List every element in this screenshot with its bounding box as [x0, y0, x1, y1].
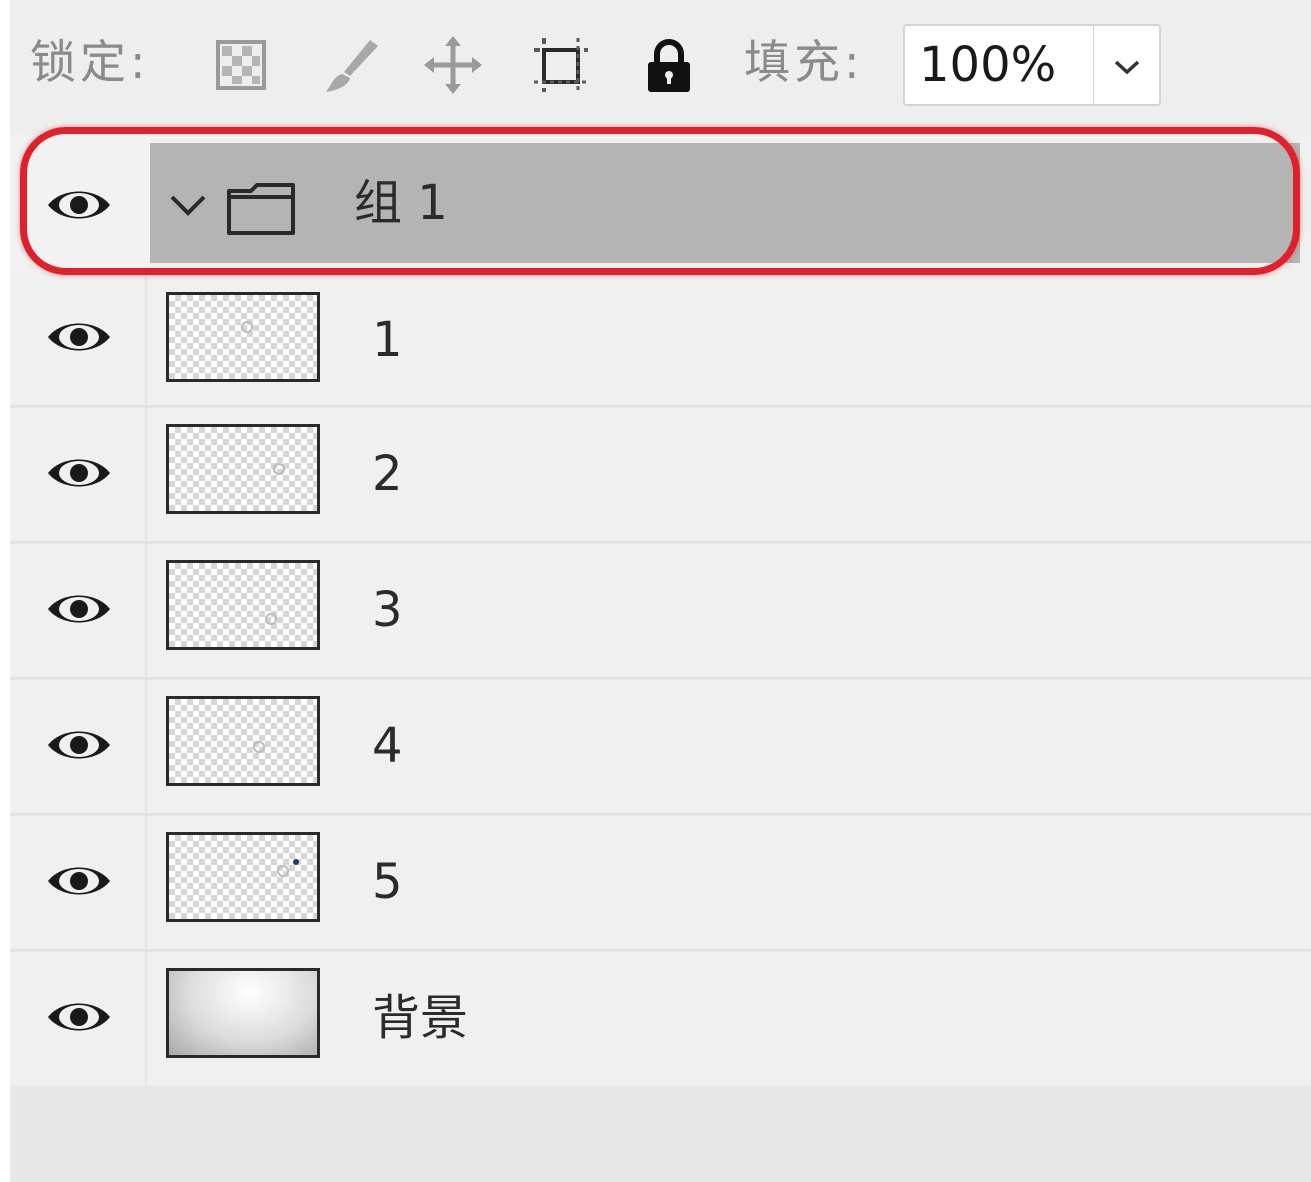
- layer-thumbnail: [166, 968, 320, 1058]
- lock-label: 锁定:: [30, 35, 150, 89]
- layer-name: 背景: [372, 990, 469, 1046]
- layers-empty-area: [10, 1085, 1311, 1182]
- chevron-down-icon[interactable]: [168, 193, 208, 219]
- visibility-toggle[interactable]: [10, 952, 147, 1085]
- lock-toolbar: 锁定: 填充: 100%: [10, 0, 1311, 135]
- visibility-toggle[interactable]: [10, 272, 147, 405]
- eye-icon: [48, 595, 110, 623]
- layer-row[interactable]: 2: [10, 408, 1311, 544]
- chevron-down-icon: [1114, 60, 1140, 75]
- layer-name: 4: [372, 718, 403, 774]
- eye-icon: [48, 1003, 110, 1031]
- layer-row[interactable]: 1: [10, 272, 1311, 408]
- layer-thumbnail: [166, 560, 320, 650]
- eye-icon: [48, 731, 110, 759]
- visibility-toggle[interactable]: [10, 135, 150, 272]
- layer-name: 5: [372, 854, 403, 910]
- visibility-toggle[interactable]: [10, 408, 147, 541]
- eye-icon: [48, 323, 110, 351]
- layers-panel: 锁定: 填充: 100% 组 1 1 2 3 4 5 背景: [10, 0, 1311, 1182]
- layer-group-row[interactable]: 组 1: [10, 135, 1311, 272]
- layer-row[interactable]: 4: [10, 680, 1311, 816]
- layer-name: 1: [372, 312, 403, 368]
- layer-thumbnail: [166, 832, 320, 922]
- visibility-toggle[interactable]: [10, 680, 147, 813]
- group-name: 组 1: [354, 175, 448, 231]
- fill-opacity-input[interactable]: 100%: [903, 24, 1095, 106]
- group-row-selected-bg: [150, 143, 1300, 263]
- eye-icon: [48, 191, 110, 219]
- lock-transparent-pixels-icon[interactable]: [210, 34, 272, 96]
- lock-artboard-icon[interactable]: [530, 34, 592, 96]
- fill-dropdown-button[interactable]: [1093, 24, 1161, 106]
- eye-icon: [48, 867, 110, 895]
- fill-label: 填充:: [744, 35, 864, 89]
- layer-thumbnail: [166, 696, 320, 786]
- layer-row[interactable]: 5: [10, 816, 1311, 952]
- layer-row[interactable]: 背景: [10, 952, 1311, 1088]
- layer-name: 3: [372, 582, 403, 638]
- layer-name: 2: [372, 446, 403, 502]
- lock-all-icon[interactable]: [638, 34, 700, 96]
- layer-thumbnail: [166, 424, 320, 514]
- layer-thumbnail: [166, 292, 320, 382]
- layer-row[interactable]: 3: [10, 544, 1311, 680]
- visibility-toggle[interactable]: [10, 544, 147, 677]
- lock-position-icon[interactable]: [422, 34, 484, 96]
- eye-icon: [48, 459, 110, 487]
- lock-image-pixels-icon[interactable]: [320, 34, 382, 96]
- visibility-toggle[interactable]: [10, 816, 147, 949]
- folder-icon: [227, 183, 295, 235]
